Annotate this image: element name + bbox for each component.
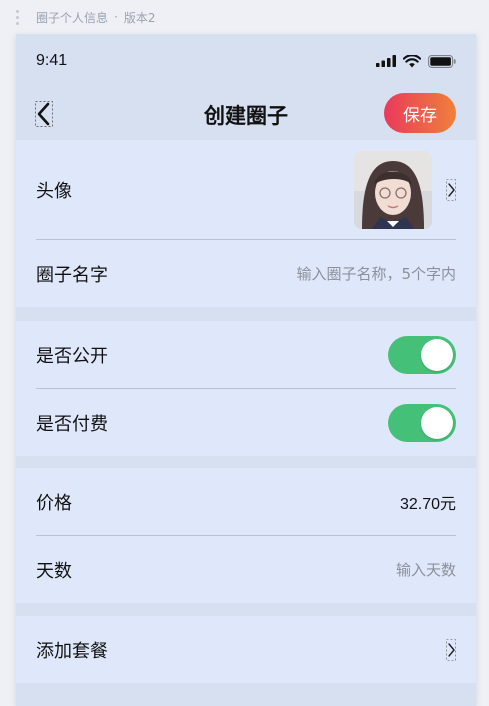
artboard-header: 圈子个人信息 · 版本2 <box>0 0 489 34</box>
public-row: 是否公开 <box>36 321 456 388</box>
save-button[interactable]: 保存 <box>384 93 456 133</box>
avatar-chevron-right-icon <box>446 178 456 201</box>
wifi-icon <box>403 54 421 67</box>
days-row[interactable]: 天数 输入天数 <box>36 535 456 603</box>
circle-name-label: 圈子名字 <box>36 264 108 286</box>
days-input[interactable]: 输入天数 <box>396 559 456 580</box>
artboard-version: 版本2 <box>123 10 156 25</box>
cellular-signal-icon <box>376 55 396 67</box>
public-toggle[interactable] <box>388 335 456 374</box>
avatar-photo <box>354 150 432 229</box>
paid-toggle-knob <box>421 406 453 439</box>
paid-label: 是否付费 <box>36 413 108 435</box>
artboard-separator: · <box>114 10 118 24</box>
navigation-bar: 创建圈子 保存 <box>16 88 476 140</box>
avatar[interactable] <box>354 150 432 229</box>
basic-info-group: 头像 圈子名字 输入圈子名称，5个字内 <box>16 140 476 307</box>
paid-toggle[interactable] <box>388 403 456 442</box>
public-label: 是否公开 <box>36 345 108 367</box>
package-chevron-right-icon <box>446 638 456 661</box>
avatar-label: 头像 <box>36 180 72 202</box>
circle-name-row[interactable]: 圈子名字 输入圈子名称，5个字内 <box>36 239 456 307</box>
status-icons <box>376 54 456 68</box>
add-package-label: 添加套餐 <box>36 640 108 662</box>
package-group: 添加套餐 <box>16 616 476 683</box>
price-label: 价格 <box>36 492 72 514</box>
public-toggle-knob <box>421 338 453 371</box>
add-package-row[interactable]: 添加套餐 <box>36 616 456 683</box>
price-input[interactable]: 32.70元 <box>400 490 456 514</box>
artboard-title: 圈子个人信息 <box>36 10 109 25</box>
paid-row: 是否付费 <box>36 388 456 456</box>
visibility-group: 是否公开 是否付费 <box>16 321 476 456</box>
status-bar: 9:41 <box>16 34 476 88</box>
price-row[interactable]: 价格 32.70元 <box>36 468 456 535</box>
circle-name-input[interactable]: 输入圈子名称，5个字内 <box>296 263 456 284</box>
status-time: 9:41 <box>36 52 68 69</box>
drag-handle-icon[interactable] <box>16 9 22 25</box>
battery-icon <box>428 54 456 68</box>
avatar-row[interactable]: 头像 <box>36 140 456 239</box>
days-label: 天数 <box>36 560 72 582</box>
phone-screen: 9:41 创建圈子 保存 头像 圈子名字 输入圈子名称，5个字内 是否公开 是否… <box>16 34 476 706</box>
pricing-group: 价格 32.70元 天数 输入天数 <box>16 468 476 603</box>
